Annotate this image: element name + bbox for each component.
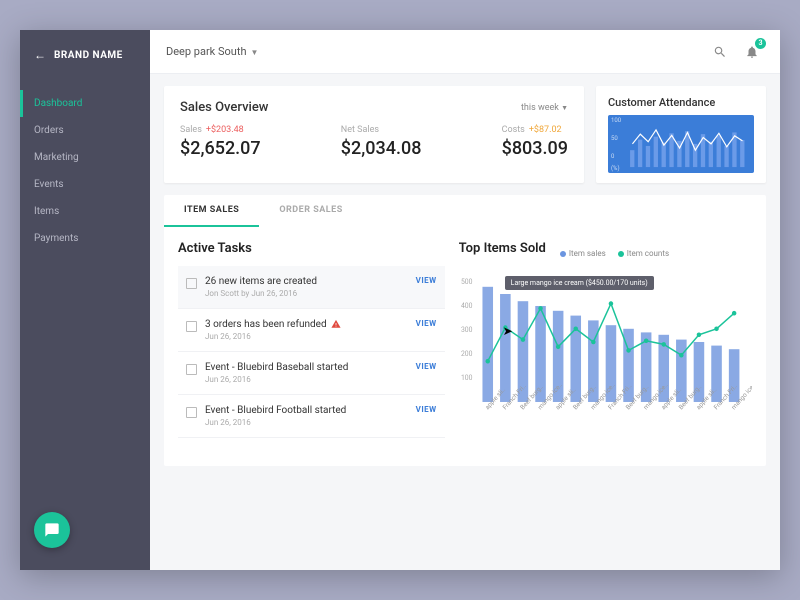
tab-order-sales[interactable]: ORDER SALES [259,195,362,227]
svg-text:500: 500 [461,278,473,286]
top-items-panel: Top Items Sold Item sales Item counts La… [459,241,752,452]
view-link[interactable]: VIEW [416,362,437,371]
metric-costs: Costs+$87.02$803.09 [502,125,568,159]
task-checkbox[interactable] [186,321,197,332]
task-row: Event - Bluebird Baseball startedJun 26,… [178,352,445,395]
task-row: Event - Bluebird Football startedJun 26,… [178,395,445,438]
back-arrow-icon[interactable]: ← [34,48,46,62]
task-checkbox[interactable] [186,364,197,375]
task-checkbox[interactable] [186,407,197,418]
chevron-down-icon: ▼ [251,48,259,57]
task-row: 26 new items are createdJon Scott by Jun… [178,266,445,309]
chart-tooltip: Large mango ice cream ($450.00/170 units… [505,276,654,290]
chat-icon [44,522,60,538]
view-link[interactable]: VIEW [416,405,437,414]
search-icon [713,45,727,59]
metric-net-sales: Net Sales$2,034.08 [341,125,422,159]
period-selector[interactable]: this week ▼ [521,103,568,113]
sales-overview-title: Sales Overview [180,100,268,115]
sidebar: ← BRAND NAME DashboardOrdersMarketingEve… [20,30,150,570]
attendance-title: Customer Attendance [608,96,754,109]
top-items-chart: Large mango ice cream ($450.00/170 units… [459,272,752,452]
sidebar-item-orders[interactable]: Orders [20,117,150,144]
sidebar-item-marketing[interactable]: Marketing [20,144,150,171]
svg-text:100: 100 [461,374,473,382]
sidebar-nav: DashboardOrdersMarketingEventsItemsPayme… [20,90,150,252]
attendance-chart: 100 50 0 (%) [608,115,754,173]
task-row: 3 orders has been refundedJun 26, 2016VI… [178,309,445,352]
attendance-card: Customer Attendance 100 50 0 (%) [596,86,766,183]
main: Deep park South▼ 3 Sales Overview this w… [150,30,780,570]
top-items-title: Top Items Sold [459,241,546,256]
chevron-down-icon: ▼ [561,104,568,112]
view-link[interactable]: VIEW [416,319,437,328]
location-selector[interactable]: Deep park South▼ [166,45,258,58]
brand-name: BRAND NAME [54,50,123,61]
active-tasks-panel: Active Tasks 26 new items are createdJon… [178,241,445,452]
content: Sales Overview this week ▼ Sales+$203.48… [150,74,780,570]
chat-fab[interactable] [34,512,70,548]
active-tasks-title: Active Tasks [178,241,445,256]
alert-icon [331,319,341,329]
chart-legend: Item sales Item counts [560,249,669,258]
sales-overview-card: Sales Overview this week ▼ Sales+$203.48… [164,86,584,183]
tab-item-sales[interactable]: ITEM SALES [164,195,259,227]
svg-text:200: 200 [461,350,473,358]
svg-text:300: 300 [461,326,473,334]
svg-text:400: 400 [461,302,473,310]
search-button[interactable] [708,40,732,64]
notification-badge: 3 [755,38,766,49]
view-link[interactable]: VIEW [416,276,437,285]
notifications-button[interactable]: 3 [740,40,764,64]
sales-tabs: ITEM SALESORDER SALES [164,195,766,227]
sidebar-item-events[interactable]: Events [20,171,150,198]
task-checkbox[interactable] [186,278,197,289]
sidebar-item-items[interactable]: Items [20,198,150,225]
brand-row: ← BRAND NAME [20,48,150,82]
app-window: ← BRAND NAME DashboardOrdersMarketingEve… [20,30,780,570]
task-list: 26 new items are createdJon Scott by Jun… [178,266,445,438]
sidebar-item-dashboard[interactable]: Dashboard [20,90,150,117]
metric-sales: Sales+$203.48$2,652.07 [180,125,261,159]
sidebar-item-payments[interactable]: Payments [20,225,150,252]
topbar: Deep park South▼ 3 [150,30,780,74]
